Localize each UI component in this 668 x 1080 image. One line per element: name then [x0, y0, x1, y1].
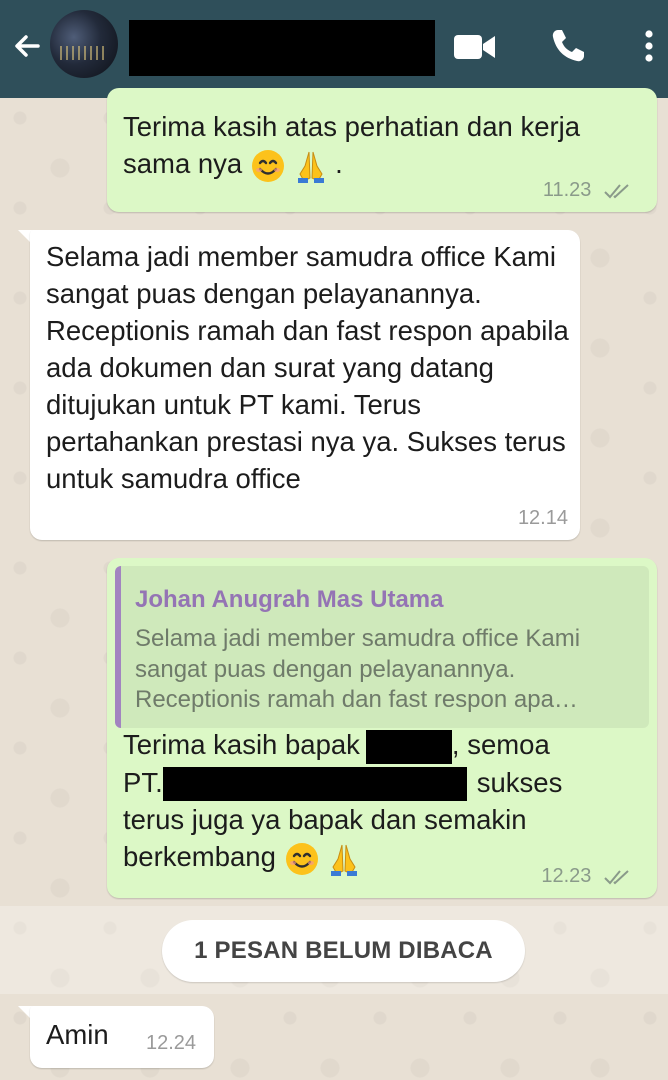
message-bubble-incoming[interactable]: Amin 12.24: [30, 1006, 214, 1068]
message-line: Terima kasih bapak: [123, 729, 360, 760]
quote-author: Johan Anugrah Mas Utama: [135, 586, 444, 613]
message-text: Terima kasih bapak , semoa PT. sukses teru…: [123, 726, 648, 877]
double-check-icon: [604, 869, 629, 885]
message-time: 12.14: [517, 507, 568, 529]
message-line: , semoa: [451, 729, 550, 760]
message-time: 12.23: [541, 865, 592, 887]
arrow-left-icon[interactable]: [8, 26, 48, 66]
message-line: sama nya: [123, 148, 243, 179]
message-line: berkembang: [123, 841, 276, 873]
message-line: Terima kasih atas perhatian dan kerja: [123, 111, 581, 142]
message-time: 12.24: [146, 1032, 197, 1054]
message-line: terus juga ya bapak dan semakin: [123, 804, 527, 836]
message-line: sukses: [476, 766, 563, 798]
message-bubble-outgoing-reply[interactable]: Johan Anugrah Mas Utama Selama jadi memb…: [107, 558, 657, 898]
message-line: .: [327, 148, 343, 179]
message-text: Amin: [46, 1019, 109, 1050]
contact-avatar[interactable]: [50, 10, 118, 78]
phone-icon[interactable]: [548, 26, 588, 66]
smiling-face-emoji-icon: [285, 843, 318, 876]
chat-header: [0, 0, 668, 98]
message-meta: 11.23: [543, 179, 633, 202]
message-line: PT.: [123, 766, 163, 798]
message-bubble-outgoing[interactable]: Terima kasih atas perhatian dan kerja sa…: [107, 88, 657, 212]
message-text: Terima kasih atas perhatian dan kerja sa…: [123, 108, 648, 184]
more-vertical-icon[interactable]: [640, 26, 658, 66]
redacted-name: [365, 729, 452, 764]
quoted-message[interactable]: Johan Anugrah Mas Utama Selama jadi memb…: [115, 566, 649, 728]
video-camera-icon[interactable]: [452, 30, 498, 64]
quote-text: Selama jadi member samudra office Kami s…: [135, 625, 581, 713]
double-check-icon: [604, 183, 629, 199]
folded-hands-emoji-icon: [297, 151, 324, 183]
message-bubble-incoming[interactable]: Selama jadi member samudra office Kami s…: [30, 230, 580, 540]
smiling-face-emoji-icon: [251, 149, 284, 182]
redacted-company: [162, 767, 467, 802]
message-time: 11.23: [542, 179, 592, 201]
folded-hands-emoji-icon: [331, 845, 358, 877]
contact-name-redacted[interactable]: [129, 20, 435, 76]
unread-messages-badge: 1 PESAN BELUM DIBACA: [162, 920, 525, 982]
message-meta: 12.23: [541, 865, 633, 888]
message-text: Selama jadi member samudra office Kami s…: [46, 241, 569, 494]
